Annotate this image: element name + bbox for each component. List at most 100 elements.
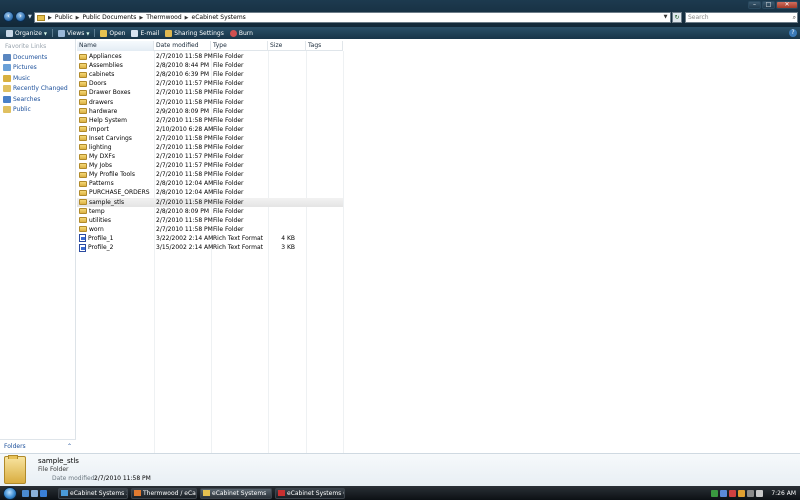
favorite-links-list: Documents Pictures Music Recently Changed Se…	[0, 52, 75, 115]
file-list: Name Date modified Type Size Tags Applia…	[77, 39, 800, 453]
favorite-link-recently-changed[interactable]: Recently Changed	[0, 84, 75, 95]
search-icon[interactable]: ⌕	[793, 13, 796, 22]
tray-icon[interactable]	[738, 489, 746, 497]
volume-icon[interactable]	[756, 489, 764, 497]
refresh-button[interactable]: ↻	[672, 12, 682, 23]
column-type[interactable]: Type	[211, 41, 268, 51]
taskbar-button[interactable]: eCabinet Systems	[200, 487, 272, 499]
start-button[interactable]	[3, 486, 17, 500]
table-row[interactable]: Assemblies 2/8/2010 8:44 PM File Folder	[77, 61, 343, 70]
column-size[interactable]: Size	[268, 41, 306, 51]
command-bar: Organize ▼ Views ▼ Open E-mail Sharing S…	[0, 27, 800, 39]
type-cell: File Folder	[213, 107, 244, 115]
breadcrumb-thermwood[interactable]: Thermwood	[146, 14, 181, 21]
table-row[interactable]: temp 2/8/2010 8:09 PM File Folder	[77, 207, 343, 216]
taskbar-button[interactable]: eCabinet Systems 6...	[275, 487, 345, 499]
table-row[interactable]: import 2/10/2010 6:28 AM File Folder	[77, 125, 343, 134]
breadcrumb-public[interactable]: Public	[55, 14, 73, 21]
navigation-pane: Favorite Links Documents Pictures Music Rec…	[0, 39, 76, 453]
file-name: Drawer Boxes	[89, 89, 131, 97]
table-row[interactable]: My DXFs 2/7/2010 11:57 PM File Folder	[77, 152, 343, 161]
open-button[interactable]: Open	[97, 29, 128, 37]
date-modified-cell: 2/7/2010 11:57 PM	[156, 80, 213, 88]
column-tags[interactable]: Tags	[306, 41, 343, 51]
sharing-settings-button[interactable]: Sharing Settings	[162, 29, 227, 37]
column-date-modified[interactable]: Date modified	[154, 41, 211, 51]
email-button[interactable]: E-mail	[128, 29, 162, 37]
address-dropdown-icon[interactable]: ▼	[661, 13, 670, 22]
table-row[interactable]: Profile_1 3/22/2002 2:14 AM Rich Text Form…	[77, 234, 343, 243]
taskbar-button[interactable]: eCabinet Systems 3...	[58, 487, 128, 499]
favorite-link-music[interactable]: Music	[0, 73, 75, 84]
forward-button[interactable]: ›	[15, 11, 26, 22]
folders-toggle[interactable]: Folders ⌃	[0, 439, 76, 453]
table-row[interactable]: Patterns 2/8/2010 12:04 AM File Folder	[77, 179, 343, 188]
window-controls: – □ ✕	[748, 1, 798, 9]
table-row[interactable]: hardware 2/9/2010 8:09 PM File Folder	[77, 107, 343, 116]
chevron-down-icon: ▼	[43, 30, 47, 36]
details-date-value: 2/7/2010 11:58 PM	[94, 475, 151, 482]
file-name: temp	[89, 207, 105, 215]
internet-explorer-icon[interactable]	[40, 489, 47, 497]
close-button[interactable]: ✕	[776, 1, 798, 9]
date-modified-cell: 2/7/2010 11:58 PM	[156, 134, 213, 142]
tray-icon[interactable]	[720, 489, 728, 497]
table-row[interactable]: Help System 2/7/2010 11:58 PM File Folder	[77, 116, 343, 125]
breadcrumb-public-documents[interactable]: Public Documents	[82, 14, 136, 21]
favorite-link-documents[interactable]: Documents	[0, 52, 75, 63]
favorite-link-pictures[interactable]: Pictures	[0, 63, 75, 74]
tray-icon[interactable]	[711, 489, 719, 497]
table-row[interactable]: worn 2/7/2010 11:58 PM File Folder	[77, 225, 343, 234]
folder-icon	[79, 180, 87, 187]
column-guide	[343, 51, 344, 453]
file-name-cell: drawers	[77, 99, 154, 106]
file-name: sample_stls	[89, 198, 125, 206]
favorite-link-searches[interactable]: Searches	[0, 94, 75, 105]
taskbar-button-label: eCabinet Systems 6...	[287, 489, 344, 497]
back-button[interactable]: ‹	[3, 11, 14, 22]
recent-pages-dropdown[interactable]: ▼	[28, 14, 32, 20]
favorite-link-public[interactable]: Public	[0, 105, 75, 116]
date-modified-cell: 2/7/2010 11:57 PM	[156, 162, 213, 170]
tray-icon[interactable]	[729, 489, 737, 497]
show-desktop-icon[interactable]	[22, 489, 29, 497]
table-row[interactable]: Drawer Boxes 2/7/2010 11:58 PM File Folder	[77, 88, 343, 97]
burn-button[interactable]: Burn	[227, 29, 256, 37]
search-input[interactable]: Search ⌕	[685, 12, 798, 23]
table-row[interactable]: drawers 2/7/2010 11:58 PM File Folder	[77, 97, 343, 106]
organize-button[interactable]: Organize ▼	[3, 29, 50, 37]
file-name: My DXFs	[89, 153, 115, 161]
table-row[interactable]: My Jobs 2/7/2010 11:57 PM File Folder	[77, 161, 343, 170]
switch-windows-icon[interactable]	[31, 489, 38, 497]
views-button[interactable]: Views ▼	[55, 29, 92, 37]
column-name[interactable]: Name	[77, 41, 154, 51]
file-name: Appliances	[89, 53, 122, 61]
details-type: File Folder	[38, 466, 69, 473]
minimize-button[interactable]: –	[748, 1, 761, 9]
app-icon	[61, 490, 68, 496]
open-folder-icon	[100, 29, 108, 37]
table-row[interactable]: lighting 2/7/2010 11:58 PM File Folder	[77, 143, 343, 152]
favorite-links-heading: Favorite Links	[5, 43, 47, 50]
maximize-button[interactable]: □	[762, 1, 775, 9]
table-row[interactable]: My Profile Tools 2/7/2010 11:58 PM File Fo…	[77, 170, 343, 179]
help-icon[interactable]: ?	[789, 29, 797, 37]
folder-icon	[79, 108, 87, 115]
clock[interactable]: 7:26 AM	[771, 490, 796, 497]
table-row[interactable]: Profile_2 3/15/2002 2:14 AM Rich Text Form…	[77, 243, 343, 252]
table-row[interactable]: cabinets 2/8/2010 6:39 PM File Folder	[77, 70, 343, 79]
burn-label: Burn	[238, 29, 253, 37]
table-row[interactable]: PURCHASE_ORDERS 2/8/2010 12:04 AM File Fol…	[77, 188, 343, 197]
address-bar[interactable]: ▶ Public ▶ Public Documents ▶ Thermwood …	[34, 12, 671, 23]
table-row[interactable]: Appliances 2/7/2010 11:58 PM File Folder	[77, 52, 343, 61]
table-row[interactable]: Inset Carvings 2/7/2010 11:58 PM File Fold…	[77, 134, 343, 143]
folder-icon	[79, 126, 87, 133]
network-icon[interactable]	[747, 489, 755, 497]
table-row[interactable]: Doors 2/7/2010 11:57 PM File Folder	[77, 79, 343, 88]
breadcrumb-ecabinet-systems[interactable]: eCabinet Systems	[192, 14, 246, 21]
favorite-link-label: Pictures	[13, 64, 37, 72]
type-cell: File Folder	[213, 71, 244, 79]
table-row[interactable]: utilities 2/7/2010 11:58 PM File Folder	[77, 216, 343, 225]
table-row[interactable]: sample_stls 2/7/2010 11:58 PM File Folder	[77, 197, 343, 207]
taskbar-button[interactable]: Thermwood / eCabi...	[131, 487, 197, 499]
